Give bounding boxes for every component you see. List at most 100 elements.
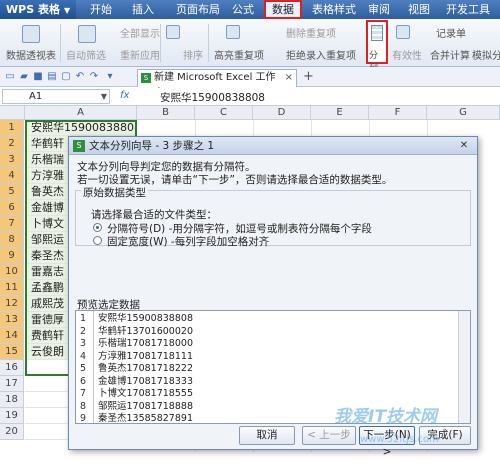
row-header[interactable]: 11 — [0, 280, 24, 296]
row-header[interactable]: 8 — [0, 232, 24, 248]
cancel-button[interactable]: 取消 — [239, 426, 295, 445]
tab-home[interactable]: 开始 — [86, 0, 116, 19]
column-header-b[interactable]: B — [137, 106, 195, 120]
undo-icon[interactable]: ↶ — [74, 71, 86, 83]
ribbon-divider — [208, 24, 209, 62]
next-button[interactable]: 下一步(N) > — [359, 426, 415, 458]
preview-row: 6 金雄博17081718333 — [76, 376, 456, 389]
back-button[interactable]: < 上一步 — [302, 426, 356, 445]
cell-a[interactable]: 安熙华15900838808 — [25, 120, 135, 136]
tab-developer[interactable]: 开发工具 — [440, 0, 496, 19]
tab-insert[interactable]: 插入 — [128, 0, 158, 19]
app-name: WPS 表格 — [6, 3, 60, 16]
preview-row-number: 2 — [80, 325, 87, 337]
preview-row-value: 金雄博17081718333 — [98, 375, 193, 387]
formula-input[interactable]: 安熙华15900838808 — [160, 90, 265, 105]
preview-row-value: 方淳雅17081718111 — [98, 350, 193, 362]
preview-row: 2 华鹤轩13701600020 — [76, 326, 456, 339]
column-header-e[interactable]: E — [311, 106, 369, 120]
delete-duplicates-button[interactable]: 删除重复项 — [286, 25, 336, 40]
option-fixed-width-label[interactable]: 固定宽度(W) -每列字段加空格对齐 — [107, 234, 269, 249]
text-to-columns-dialog: S 文本分列向导 - 3 步骤之 1 ✕ 文本分列向导判定您的数据有分隔符。 若… — [68, 136, 478, 458]
name-box[interactable]: A1 ▼ — [2, 89, 110, 104]
tab-data[interactable]: 数据 — [264, 0, 302, 19]
preview-scrollbar[interactable] — [458, 311, 470, 423]
row-header[interactable]: 14 — [0, 328, 24, 344]
preview-row: 1 安熙华15900838808 — [76, 313, 456, 326]
tab-review[interactable]: 审阅 — [364, 0, 394, 19]
record-list-button[interactable]: 记录单 — [436, 25, 466, 40]
row-header[interactable]: 3 — [0, 152, 24, 168]
consolidate-button[interactable]: 合并计算 — [430, 47, 470, 62]
validation-button[interactable]: 有效性 — [392, 47, 422, 62]
autofilter-button[interactable]: 自动筛选 — [66, 47, 106, 62]
chevron-down-icon[interactable]: ▼ — [101, 90, 107, 103]
row-header[interactable]: 18 — [0, 392, 24, 408]
close-icon[interactable]: ✕ — [453, 138, 475, 153]
row-header[interactable]: 4 — [0, 168, 24, 184]
row-header[interactable]: 12 — [0, 296, 24, 312]
preview-row-value: 鲁英杰17081718222 — [98, 363, 193, 374]
row-header[interactable]: 9 — [0, 248, 24, 264]
row-header[interactable]: 16 — [0, 360, 24, 376]
tab-formulas[interactable]: 公式 — [228, 0, 258, 19]
document-tab[interactable]: S 新建 Microsoft Excel 工作表.xls × — [137, 69, 297, 99]
app-menu-button[interactable]: WPS 表格 ▼ — [0, 0, 76, 19]
preview-row: 7 卜博文17081718555 — [76, 388, 456, 401]
row-header[interactable]: 6 — [0, 200, 24, 216]
sort-icon — [166, 25, 180, 39]
sort-button[interactable]: 排序 — [183, 47, 203, 62]
what-if-button[interactable]: 模拟分 — [472, 47, 500, 62]
save-icon[interactable]: ■ — [32, 71, 44, 83]
formula-bar: A1 ▼ fx 安熙华15900838808 — [0, 88, 500, 106]
row-header[interactable]: 10 — [0, 264, 24, 280]
tab-table-style[interactable]: 表格样式 — [306, 0, 362, 19]
redo-icon[interactable]: ↷ — [88, 71, 100, 83]
radio-fixed-width[interactable] — [93, 236, 102, 245]
validation-icon — [396, 25, 410, 39]
preview-row-value: 邹熙运17081718888 — [98, 400, 193, 412]
text-to-columns-button[interactable]: 分列 — [366, 20, 388, 74]
chevron-down-icon[interactable]: ▾ — [104, 71, 116, 83]
reapply-button[interactable]: 重新应用 — [120, 47, 160, 62]
new-file-icon[interactable]: ▭ — [4, 71, 16, 83]
column-header-bar: A B C D E F G — [0, 106, 500, 120]
row-header[interactable]: 17 — [0, 376, 24, 392]
highlight-duplicates-button[interactable]: 高亮重复项 — [214, 47, 264, 62]
row-header[interactable]: 1 — [0, 120, 24, 136]
print-icon[interactable]: ▤ — [46, 71, 58, 83]
row-header[interactable]: 7 — [0, 216, 24, 232]
preview-box[interactable]: 1 安熙华15900838808 2 华鹤轩13701600020 3 乐楷瑞170817… — [75, 310, 471, 424]
close-icon[interactable]: × — [285, 70, 293, 86]
column-header-g[interactable]: G — [427, 106, 500, 120]
fx-icon[interactable]: fx — [120, 90, 129, 101]
preview-row-number: 9 — [80, 413, 87, 424]
preview-row: 3 乐楷瑞17081718000 — [76, 338, 456, 351]
finish-button[interactable]: 完成(F) — [419, 426, 471, 445]
preview-row: 4 方淳雅17081718111 — [76, 351, 456, 364]
tab-view[interactable]: 视图 — [404, 0, 434, 19]
open-folder-icon[interactable]: ▰ — [18, 71, 30, 83]
row-header[interactable]: 2 — [0, 136, 24, 152]
pivot-table-button[interactable]: 数据透视表 — [6, 47, 56, 62]
dialog-title-bar[interactable]: S 文本分列向导 - 3 步骤之 1 — [69, 137, 477, 155]
row-header[interactable]: 5 — [0, 184, 24, 200]
preview-row-value: 乐楷瑞17081718000 — [98, 338, 193, 349]
reject-duplicates-button[interactable]: 拒绝录入重复项 — [286, 47, 356, 62]
text-to-columns-icon — [371, 25, 383, 41]
radio-delimited[interactable] — [93, 223, 102, 232]
row-header[interactable]: 19 — [0, 408, 24, 424]
column-header-c[interactable]: C — [195, 106, 253, 120]
row-header[interactable]: 13 — [0, 312, 24, 328]
row-header[interactable]: 15 — [0, 344, 24, 360]
row-header[interactable]: 20 — [0, 424, 24, 440]
column-header-a[interactable]: A — [25, 106, 137, 120]
new-tab-button[interactable]: + — [303, 69, 314, 84]
column-header-d[interactable]: D — [253, 106, 311, 120]
show-all-button[interactable]: 全部显示 — [120, 25, 160, 40]
select-all-corner[interactable] — [0, 106, 25, 120]
tab-page-layout[interactable]: 页面布局 — [170, 0, 226, 19]
preview-icon[interactable]: ▢ — [60, 71, 72, 83]
column-header-f[interactable]: F — [369, 106, 427, 120]
preview-row-number: 7 — [80, 388, 87, 399]
